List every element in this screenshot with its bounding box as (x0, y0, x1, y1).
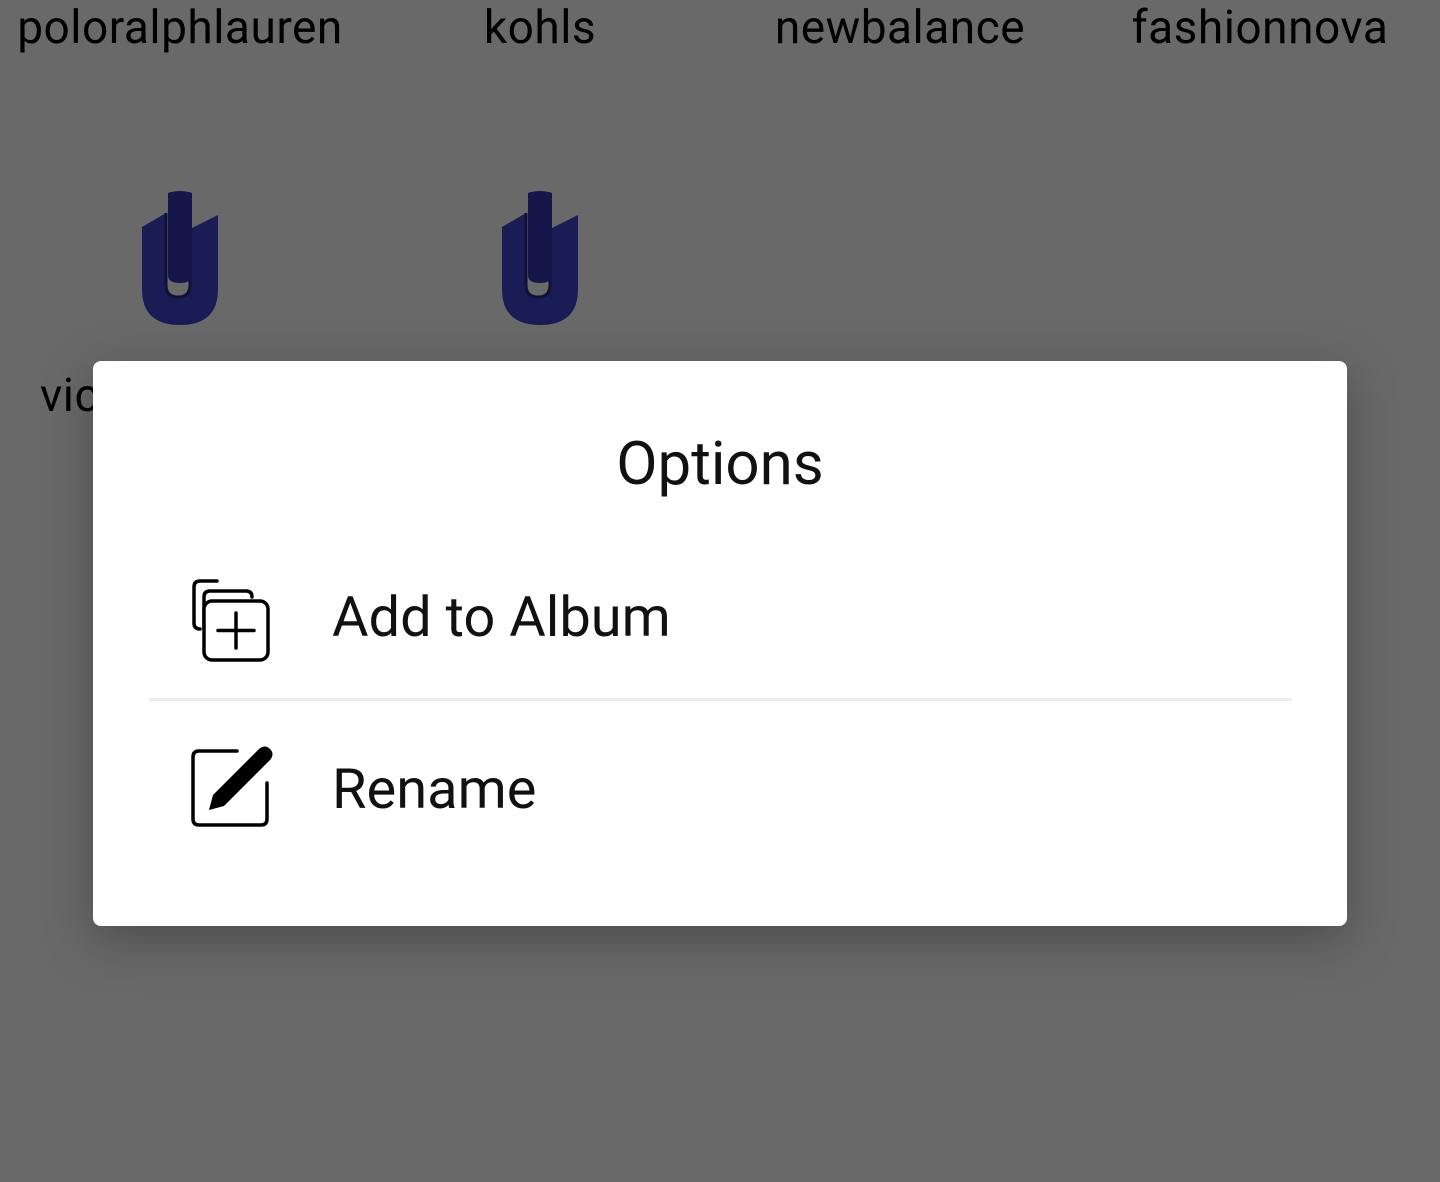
folder-label-fashionnova[interactable]: fashionnova (1080, 0, 1440, 57)
edit-icon (189, 743, 273, 829)
dialog-title: Options (616, 428, 824, 499)
add-to-album-option[interactable]: Add to Album (93, 547, 1347, 687)
rename-label: Rename (332, 756, 537, 822)
add-to-album-label: Add to Album (332, 584, 671, 650)
paperclip-logo-icon[interactable] (500, 189, 580, 327)
options-dialog: Options Add to Album Rename (93, 361, 1347, 926)
option-divider (149, 698, 1292, 701)
rename-option[interactable]: Rename (93, 719, 1347, 859)
folder-label-partial: vic (40, 369, 100, 423)
folder-label-kohls[interactable]: kohls (360, 0, 720, 57)
paperclip-logo-icon[interactable] (140, 189, 220, 327)
folder-label-poloralphlauren[interactable]: poloralphlauren (0, 0, 360, 57)
add-to-album-icon (189, 576, 271, 662)
folder-label-newbalance[interactable]: newbalance (720, 0, 1080, 57)
